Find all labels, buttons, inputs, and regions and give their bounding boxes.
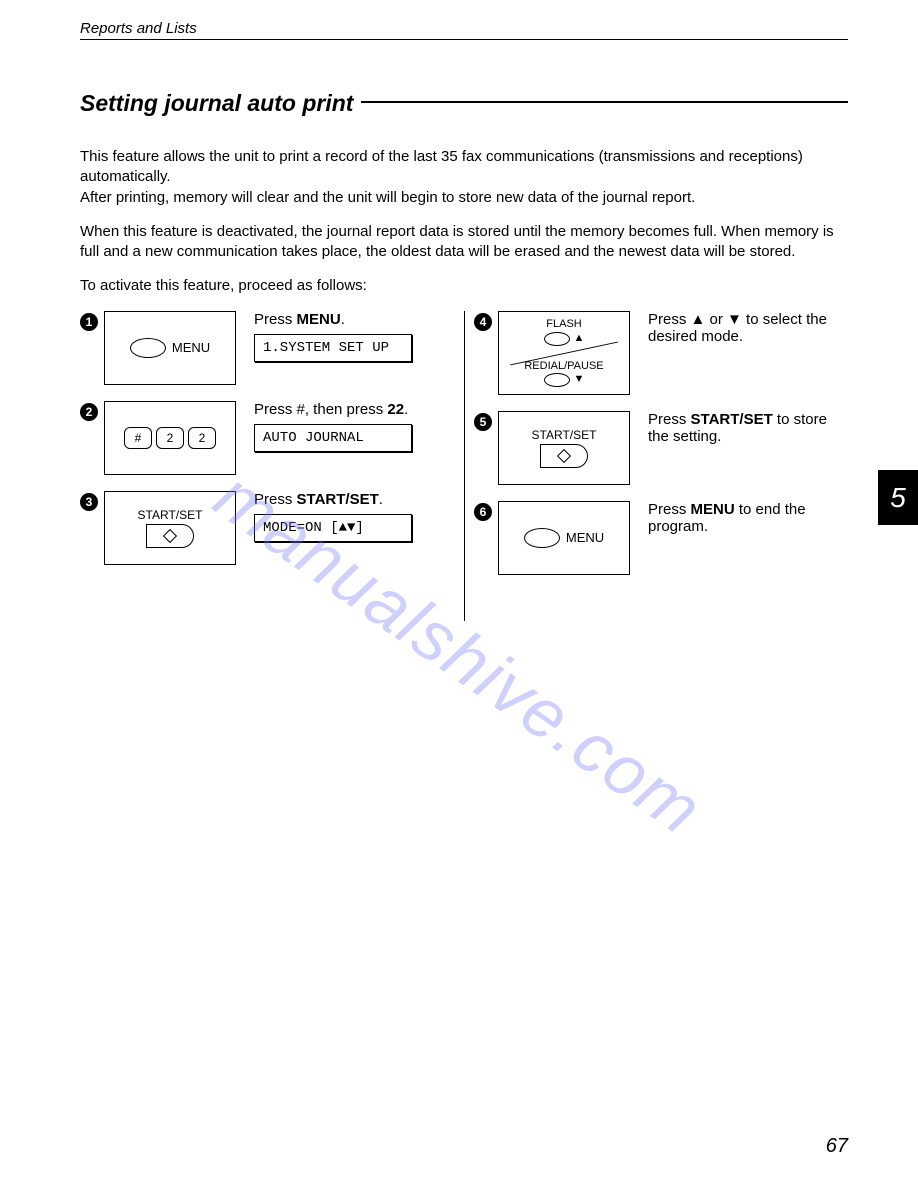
- step-1-instruction: Press MENU.: [254, 311, 446, 328]
- step-2-display: AUTO JOURNAL: [254, 424, 412, 452]
- step-1: 1 MENU Press MENU. 1.SYSTEM SET UP: [80, 311, 454, 385]
- oval-button-icon: [524, 528, 560, 548]
- step-3-instruction: Press START/SET.: [254, 491, 446, 508]
- digit-key-icon: 2: [156, 427, 184, 449]
- step-2: 2 # 2 2 Press #, then press 22. AUTO JOU…: [80, 401, 454, 475]
- page-number: 67: [826, 1135, 848, 1158]
- keypad-diagram: # 2 2: [104, 401, 236, 475]
- menu-button-diagram: MENU: [498, 501, 630, 575]
- step-number-icon: 6: [474, 503, 492, 521]
- step-5-instruction: Press START/SET to store the setting.: [648, 411, 840, 445]
- oval-button-icon: [130, 338, 166, 358]
- step-1-display: 1.SYSTEM SET UP: [254, 334, 412, 362]
- column-divider: [464, 311, 465, 621]
- step-3-display: MODE=ON [▲▼]: [254, 514, 412, 542]
- step-number-icon: 3: [80, 493, 98, 511]
- flash-redial-diagram: FLASH ▲ REDIAL/PAUSE ▼: [498, 311, 630, 395]
- oval-button-icon: [544, 373, 570, 387]
- oval-button-icon: [544, 332, 570, 346]
- step-number-icon: 5: [474, 413, 492, 431]
- digit-key-icon: 2: [188, 427, 216, 449]
- step-4-instruction: Press ▲ or ▼ to select the desired mode.: [648, 311, 840, 345]
- step-2-instruction: Press #, then press 22.: [254, 401, 446, 418]
- step-number-icon: 2: [80, 403, 98, 421]
- step-number-icon: 4: [474, 313, 492, 331]
- start-set-label: START/SET: [532, 428, 597, 442]
- hash-key-icon: #: [124, 427, 152, 449]
- intro-para-1: This feature allows the unit to print a …: [80, 147, 848, 208]
- flash-label: FLASH: [546, 318, 581, 331]
- page-title: Setting journal auto print: [80, 90, 353, 117]
- step-4: 4 FLASH ▲ REDIAL/PAUSE ▼ Press ▲ or ▼ to…: [474, 311, 848, 395]
- start-button-icon: [146, 524, 194, 548]
- diamond-icon: [557, 448, 571, 462]
- title-rule: [361, 101, 848, 103]
- step-6: 6 MENU Press MENU to end the program.: [474, 501, 848, 575]
- diamond-icon: [163, 528, 177, 542]
- intro-para-2: When this feature is deactivated, the jo…: [80, 222, 848, 263]
- step-5: 5 START/SET Press START/SET to store the…: [474, 411, 848, 485]
- menu-label: MENU: [172, 340, 210, 355]
- step-3: 3 START/SET Press START/SET. MODE=ON [▲▼…: [80, 491, 454, 565]
- menu-button-diagram: MENU: [104, 311, 236, 385]
- menu-label: MENU: [566, 530, 604, 545]
- step-number-icon: 1: [80, 313, 98, 331]
- up-arrow-icon: ▲: [574, 332, 585, 345]
- start-set-label: START/SET: [138, 508, 203, 522]
- start-set-diagram: START/SET: [104, 491, 236, 565]
- chapter-tab: 5: [878, 470, 918, 525]
- section-header: Reports and Lists: [80, 20, 848, 40]
- redial-label: REDIAL/PAUSE: [524, 360, 603, 373]
- intro-para-3: To activate this feature, proceed as fol…: [80, 276, 848, 296]
- start-set-diagram: START/SET: [498, 411, 630, 485]
- start-button-icon: [540, 444, 588, 468]
- steps-container: 1 MENU Press MENU. 1.SYSTEM SET UP 2: [80, 311, 848, 591]
- down-arrow-icon: ▼: [574, 373, 585, 386]
- step-6-instruction: Press MENU to end the program.: [648, 501, 840, 535]
